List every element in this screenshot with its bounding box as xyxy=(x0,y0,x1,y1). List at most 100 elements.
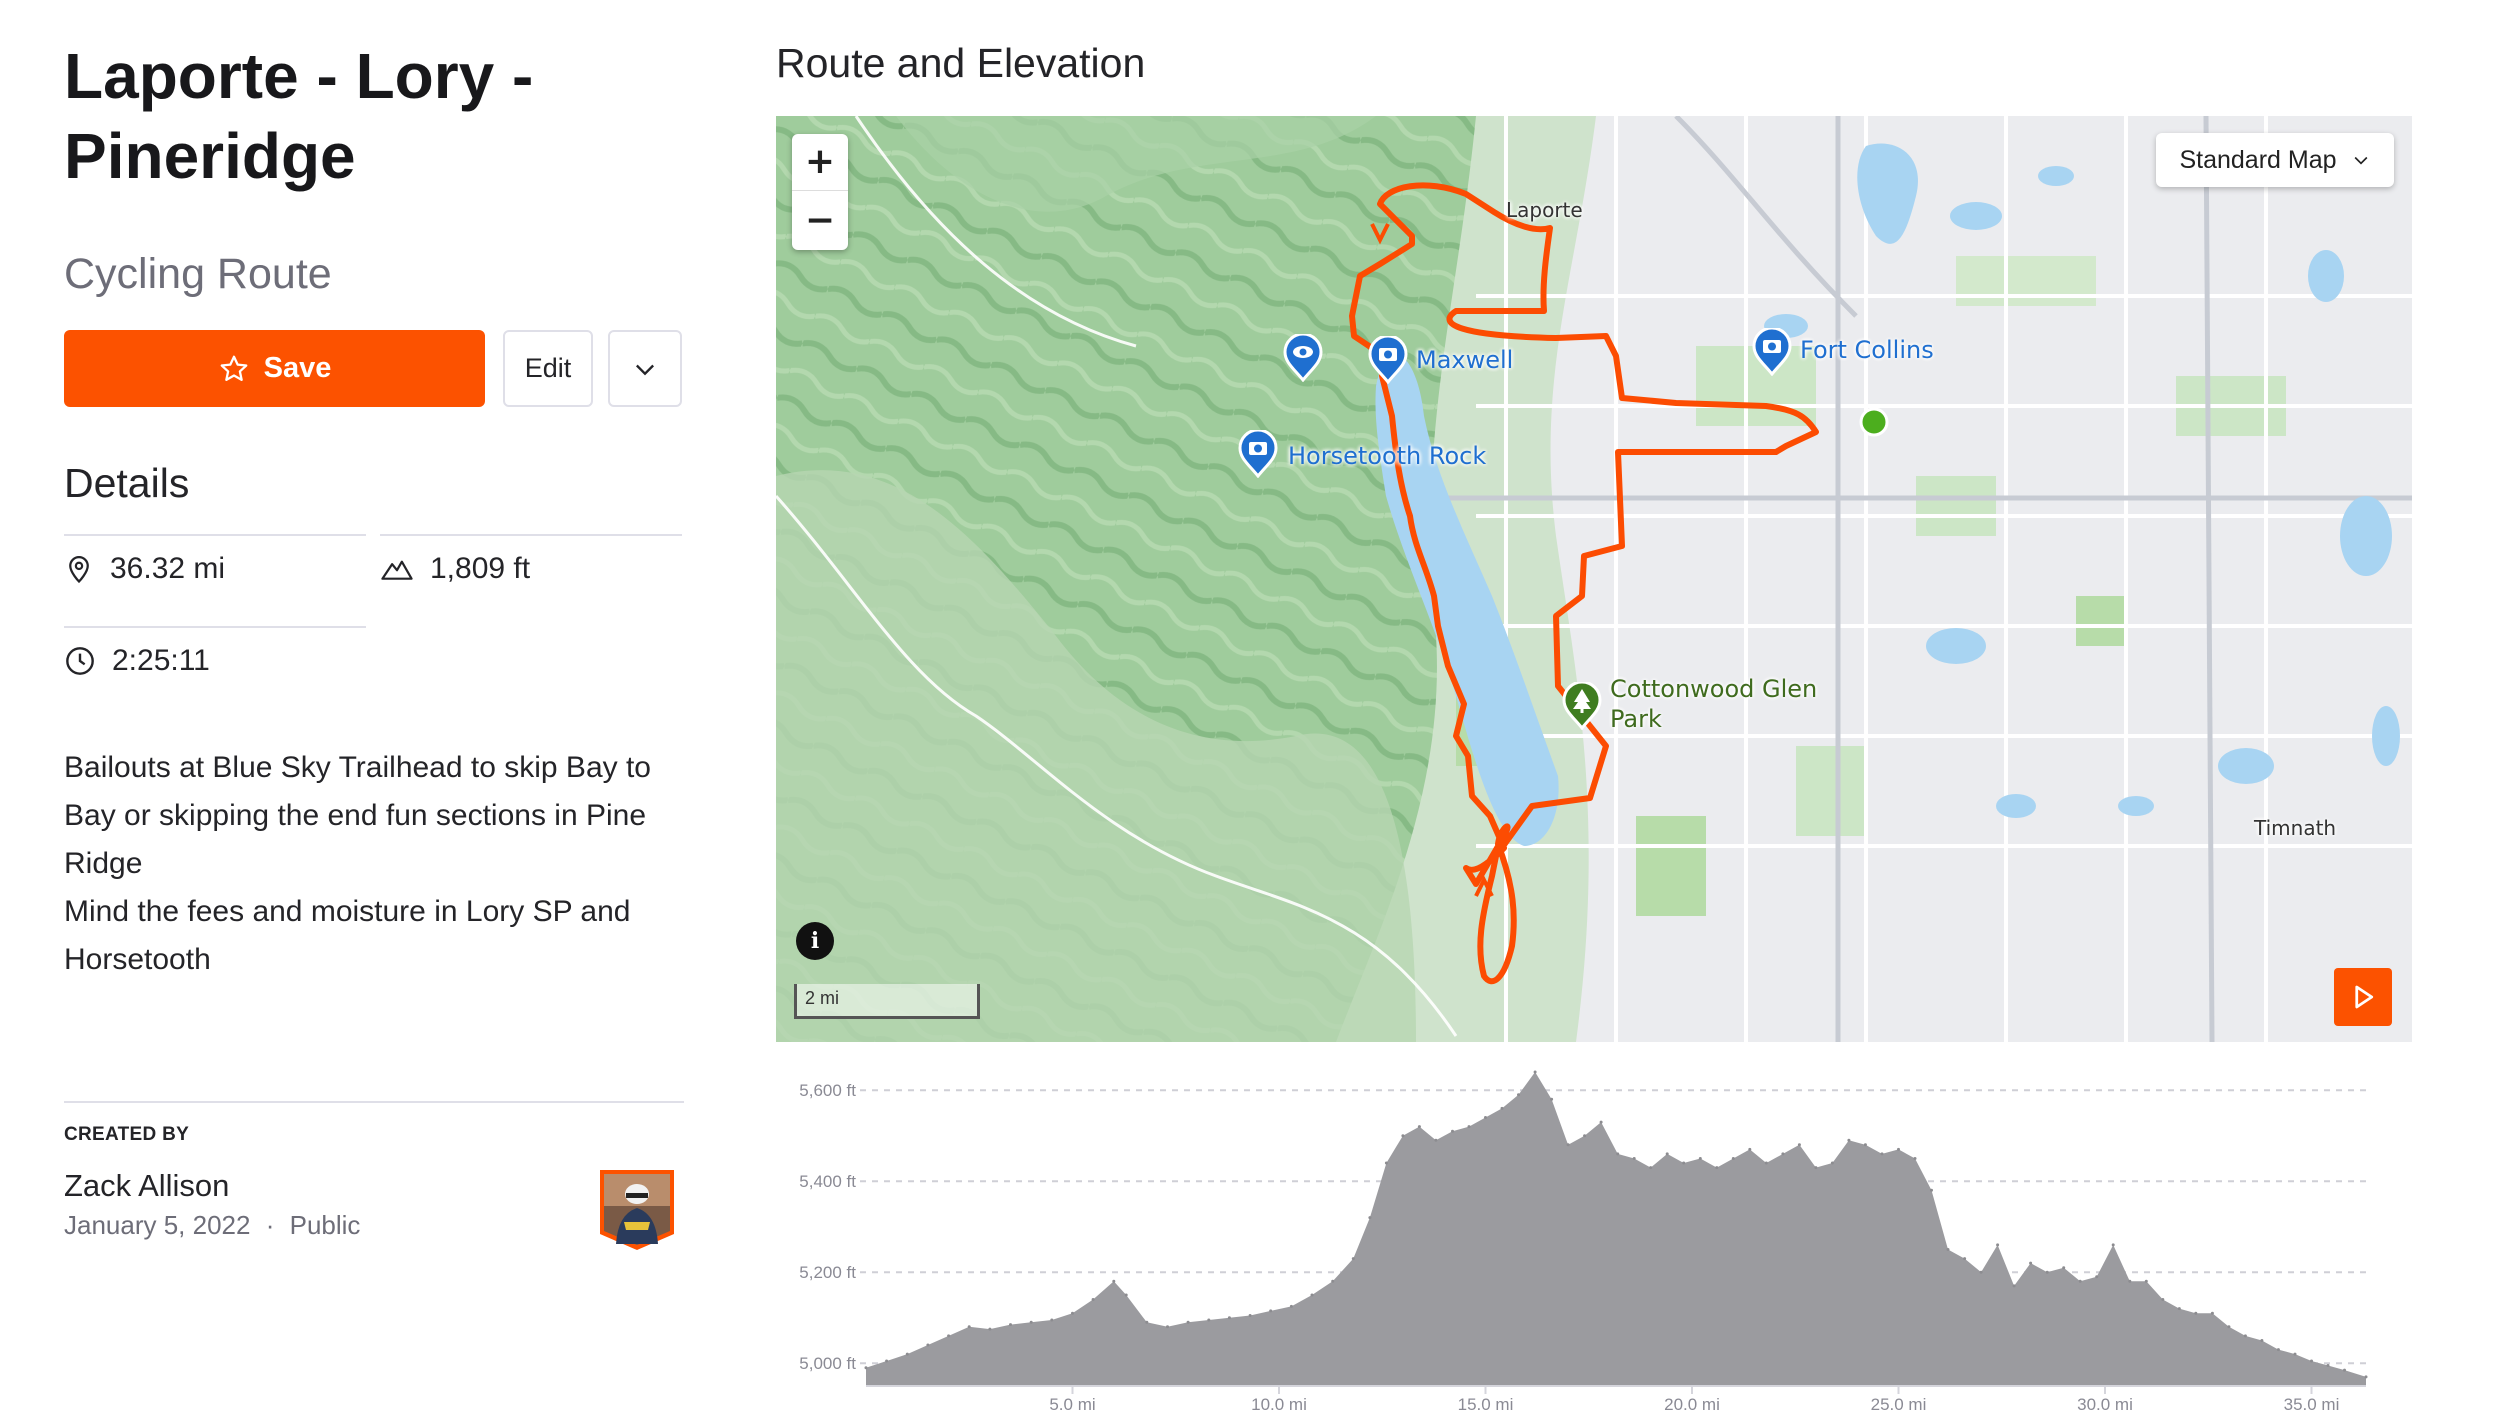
elevation-point[interactable] xyxy=(2012,1284,2016,1288)
elevation-point[interactable] xyxy=(1050,1318,1054,1322)
elevation-point[interactable] xyxy=(2227,1325,2231,1329)
elevation-point[interactable] xyxy=(1814,1166,1818,1170)
zoom-in-icon[interactable]: + xyxy=(792,134,848,191)
elevation-point[interactable] xyxy=(1748,1147,1752,1151)
elevation-chart[interactable]: 5,000 ft 5,200 ft 5,400 ft 5,600 ft 5.0 mi 10… xyxy=(776,1062,2412,1412)
elevation-point[interactable] xyxy=(2045,1270,2049,1274)
elevation-point[interactable] xyxy=(1310,1293,1314,1297)
elevation-point[interactable] xyxy=(1434,1138,1438,1142)
maxwell-label[interactable]: Maxwell xyxy=(1416,346,1513,374)
elevation-point[interactable] xyxy=(2062,1266,2066,1270)
elevation-point[interactable] xyxy=(1665,1152,1669,1156)
elevation-point[interactable] xyxy=(1248,1314,1252,1317)
elevation-point[interactable] xyxy=(1484,1116,1487,1119)
elevation-point[interactable] xyxy=(1166,1325,1169,1329)
avatar[interactable] xyxy=(596,1166,678,1252)
elevation-point[interactable] xyxy=(1550,1097,1554,1101)
save-button[interactable]: Save xyxy=(64,330,485,407)
elevation-point[interactable] xyxy=(2364,1375,2368,1379)
elevation-point[interactable] xyxy=(1764,1161,1768,1165)
elevation-point[interactable] xyxy=(2310,1359,2313,1363)
elevation-point[interactable] xyxy=(2343,1368,2346,1372)
more-options-button[interactable] xyxy=(608,330,682,407)
elevation-point[interactable] xyxy=(2078,1279,2082,1283)
camera-icon[interactable] xyxy=(1238,430,1278,478)
elevation-point[interactable] xyxy=(2326,1364,2330,1367)
elevation-point[interactable] xyxy=(1451,1129,1454,1133)
elevation-point[interactable] xyxy=(1979,1270,1983,1274)
elevation-point[interactable] xyxy=(2111,1243,2115,1247)
elevation-point[interactable] xyxy=(2029,1261,2033,1265)
elevation-point[interactable] xyxy=(1797,1143,1801,1147)
elevation-point[interactable] xyxy=(2276,1348,2280,1352)
elevation-point[interactable] xyxy=(1847,1138,1851,1142)
elevation-point[interactable] xyxy=(2177,1307,2181,1311)
elevation-point[interactable] xyxy=(1227,1316,1231,1320)
elevation-point[interactable] xyxy=(1731,1157,1735,1160)
elevation-point[interactable] xyxy=(1913,1157,1917,1160)
elevation-point[interactable] xyxy=(1599,1120,1603,1124)
elevation-point[interactable] xyxy=(1207,1318,1211,1322)
elevation-point[interactable] xyxy=(1649,1166,1653,1170)
elevation-point[interactable] xyxy=(1616,1152,1620,1156)
elevation-point[interactable] xyxy=(2128,1279,2132,1283)
horsetooth-rock-label[interactable]: Horsetooth Rock xyxy=(1288,442,1486,470)
play-icon[interactable] xyxy=(2334,968,2392,1026)
elevation-point[interactable] xyxy=(1682,1161,1686,1165)
creator-name[interactable]: Zack Allison xyxy=(64,1168,229,1204)
elevation-point[interactable] xyxy=(1830,1161,1834,1165)
elevation-point[interactable] xyxy=(1351,1257,1355,1261)
elevation-point[interactable] xyxy=(1566,1143,1570,1147)
elevation-point[interactable] xyxy=(2210,1311,2214,1315)
elevation-point[interactable] xyxy=(967,1325,971,1329)
elevation-point[interactable] xyxy=(1963,1257,1967,1261)
elevation-point[interactable] xyxy=(1331,1279,1335,1283)
elevation-point[interactable] xyxy=(1930,1188,1933,1192)
elevation-point[interactable] xyxy=(1863,1143,1867,1147)
elevation-point[interactable] xyxy=(1500,1106,1504,1110)
elevation-point[interactable] xyxy=(1145,1320,1149,1324)
elevation-point[interactable] xyxy=(947,1334,951,1338)
elevation-point[interactable] xyxy=(1715,1166,1719,1170)
elevation-point[interactable] xyxy=(1996,1243,2000,1247)
elevation-point[interactable] xyxy=(1417,1125,1421,1129)
edit-button[interactable]: Edit xyxy=(503,330,593,407)
elevation-point[interactable] xyxy=(1112,1279,1116,1283)
elevation-point[interactable] xyxy=(2293,1352,2297,1356)
route-map[interactable]: Maxwell Horsetooth Rock Fort Collins Cot… xyxy=(776,116,2412,1042)
elevation-point[interactable] xyxy=(1632,1157,1636,1160)
cottonwood-glen-park-label[interactable]: Cottonwood Glen Park xyxy=(1610,674,1817,734)
elevation-point[interactable] xyxy=(1368,1216,1372,1220)
elevation-point[interactable] xyxy=(1698,1157,1702,1160)
elevation-point[interactable] xyxy=(1467,1125,1471,1129)
elevation-point[interactable] xyxy=(2161,1298,2165,1301)
elevation-point[interactable] xyxy=(988,1327,992,1331)
elevation-point[interactable] xyxy=(1071,1311,1074,1315)
zoom-out-icon[interactable]: − xyxy=(792,192,848,249)
elevation-point[interactable] xyxy=(1269,1309,1273,1313)
elevation-point[interactable] xyxy=(1517,1093,1520,1097)
elevation-point[interactable] xyxy=(2194,1311,2198,1315)
elevation-point[interactable] xyxy=(1897,1147,1900,1151)
elevation-point[interactable] xyxy=(1384,1161,1388,1165)
elevation-point[interactable] xyxy=(1583,1134,1587,1138)
elevation-point[interactable] xyxy=(1533,1070,1537,1074)
elevation-point[interactable] xyxy=(905,1352,909,1356)
elevation-point[interactable] xyxy=(1289,1304,1293,1308)
elevation-point[interactable] xyxy=(2095,1275,2099,1279)
elevation-point[interactable] xyxy=(926,1343,930,1347)
elevation-point[interactable] xyxy=(1124,1293,1128,1297)
elevation-point[interactable] xyxy=(2243,1334,2247,1338)
fort-collins-label[interactable]: Fort Collins xyxy=(1800,336,1934,364)
elevation-point[interactable] xyxy=(2144,1279,2148,1283)
elevation-point[interactable] xyxy=(1029,1320,1033,1324)
camera-icon[interactable] xyxy=(1752,328,1792,376)
elevation-point[interactable] xyxy=(1186,1320,1190,1324)
elevation-point[interactable] xyxy=(1091,1298,1095,1301)
elevation-point[interactable] xyxy=(1946,1248,1950,1251)
elevation-point[interactable] xyxy=(1401,1134,1405,1138)
eye-icon[interactable] xyxy=(1283,334,1323,382)
elevation-point[interactable] xyxy=(1880,1152,1884,1156)
elevation-point[interactable] xyxy=(1009,1323,1012,1327)
elevation-point[interactable] xyxy=(864,1366,868,1370)
